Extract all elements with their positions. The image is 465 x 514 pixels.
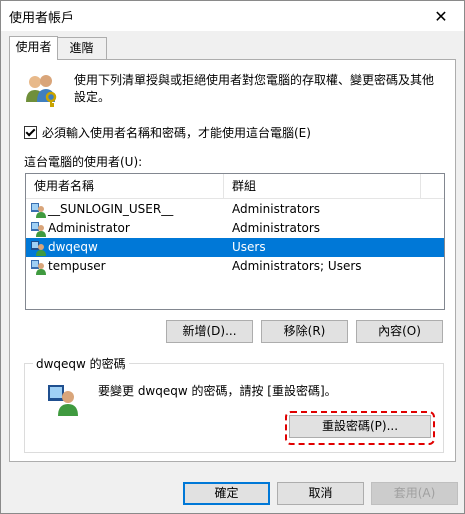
row-group: Administrators; Users bbox=[232, 259, 362, 273]
require-password-checkbox[interactable] bbox=[24, 126, 37, 139]
users-tab-panel: 使用下列清單授與或拒絕使用者對您電腦的存取權、變更密碼及其他設定。 必須輸入使用… bbox=[9, 59, 456, 462]
users-keys-icon bbox=[26, 75, 57, 107]
row-group: Administrators bbox=[232, 221, 321, 235]
user-icon bbox=[31, 241, 46, 256]
row-username: tempuser bbox=[48, 259, 106, 273]
tab-users-label: 使用者 bbox=[15, 40, 52, 54]
table-row[interactable]: __SUNLOGIN_USER__ Administrators bbox=[26, 200, 444, 219]
title-bar: 使用者帳戶 ✕ bbox=[1, 1, 464, 31]
password-instruction: 要變更 dwqeqw 的密碼，請按 [重設密碼]。 bbox=[98, 384, 337, 398]
cancel-button[interactable]: 取消 bbox=[277, 482, 364, 505]
remove-user-button[interactable]: 移除(R) bbox=[261, 320, 348, 343]
users-list-label: 這台電腦的使用者(U): bbox=[24, 155, 143, 169]
ok-button[interactable]: 確定 bbox=[183, 482, 270, 505]
add-user-button[interactable]: 新增(D)... bbox=[166, 320, 253, 343]
column-group-label: 群組 bbox=[232, 179, 257, 193]
column-header-group[interactable]: 群組 bbox=[224, 174, 421, 198]
table-row[interactable]: tempuser Administrators; Users bbox=[26, 257, 444, 276]
row-username: __SUNLOGIN_USER__ bbox=[48, 202, 174, 216]
tab-users[interactable]: 使用者 bbox=[9, 36, 58, 60]
password-group-title: dwqeqw 的密碼 bbox=[33, 355, 129, 372]
column-username-label: 使用者名稱 bbox=[34, 179, 95, 193]
highlight-outline bbox=[285, 411, 435, 445]
table-row-selected[interactable]: dwqeqw Users bbox=[26, 238, 444, 257]
tab-advanced-label: 進階 bbox=[69, 41, 94, 55]
window-title: 使用者帳戶 bbox=[9, 11, 75, 26]
row-group: Users bbox=[232, 240, 266, 254]
user-icon bbox=[31, 222, 46, 237]
user-icon bbox=[31, 260, 46, 275]
close-icon: ✕ bbox=[434, 6, 448, 26]
properties-button[interactable]: 內容(O) bbox=[356, 320, 443, 343]
users-listview[interactable]: 使用者名稱 群組 __SUNLOGIN_USER__ Administrator… bbox=[25, 173, 445, 310]
listview-header: 使用者名稱 群組 bbox=[26, 174, 444, 199]
row-group: Administrators bbox=[232, 202, 321, 216]
require-password-checkbox-row[interactable]: 必須輸入使用者名稱和密碼，才能使用這台電腦(E) bbox=[24, 124, 311, 141]
row-username: Administrator bbox=[48, 221, 130, 235]
row-username: dwqeqw bbox=[48, 240, 98, 254]
intro-text: 使用下列清單授與或拒絕使用者對您電腦的存取權、變更密碼及其他設定。 bbox=[74, 73, 435, 104]
table-row[interactable]: Administrator Administrators bbox=[26, 219, 444, 238]
user-icon bbox=[31, 203, 46, 218]
require-password-label: 必須輸入使用者名稱和密碼，才能使用這台電腦(E) bbox=[42, 126, 311, 140]
apply-button[interactable]: 套用(A) bbox=[371, 482, 458, 505]
user-accounts-window: 使用者帳戶 ✕ 使用者 進階 使用下列清單授與或拒絕使用者對您電腦的存取權、變更… bbox=[0, 0, 465, 514]
user-password-icon bbox=[48, 385, 78, 416]
tab-advanced[interactable]: 進階 bbox=[56, 37, 107, 59]
column-header-username[interactable]: 使用者名稱 bbox=[26, 174, 224, 198]
password-groupbox: dwqeqw 的密碼 要變更 dwqeqw 的密碼，請按 [重設密碼]。 重設密… bbox=[24, 355, 444, 453]
close-button[interactable]: ✕ bbox=[418, 1, 464, 31]
